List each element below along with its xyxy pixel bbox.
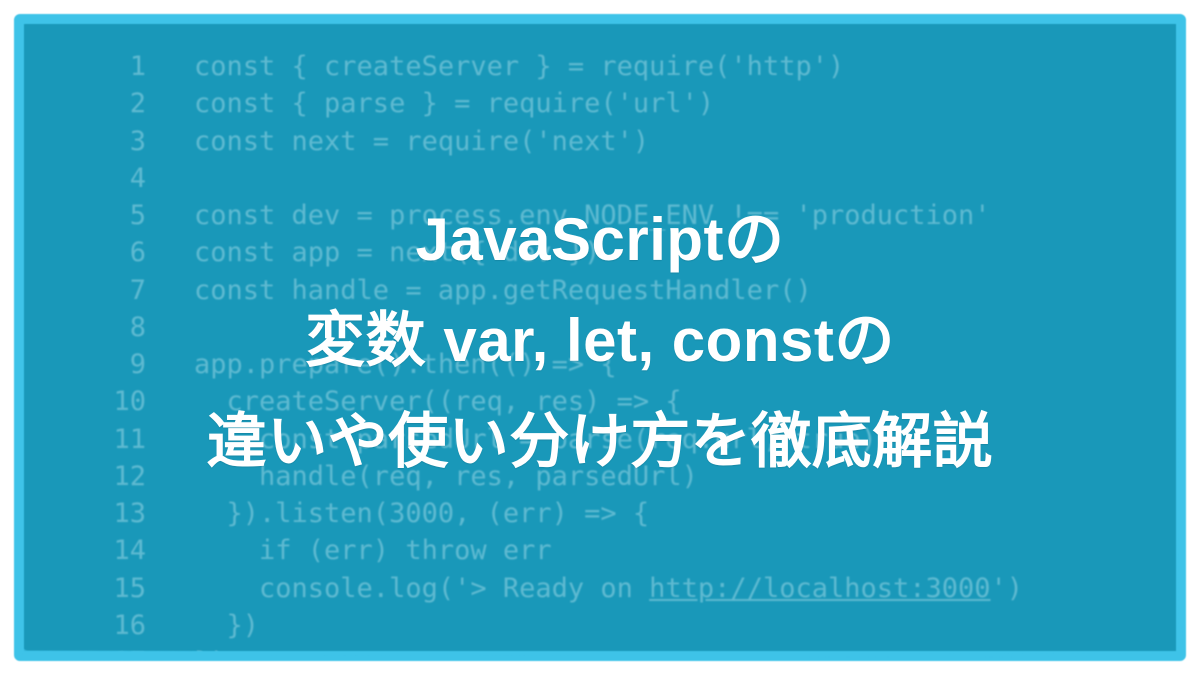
headline-block: JavaScriptの 変数 var, let, constの 違いや使い分け方… [18,18,1182,657]
headline-line-3: 違いや使い分け方を徹底解説 [207,398,994,485]
headline-line-2: 変数 var, let, constの [305,297,895,384]
thumbnail-card: 1const { createServer } = require('http'… [18,18,1182,657]
headline-line-1: JavaScriptの [415,196,784,283]
